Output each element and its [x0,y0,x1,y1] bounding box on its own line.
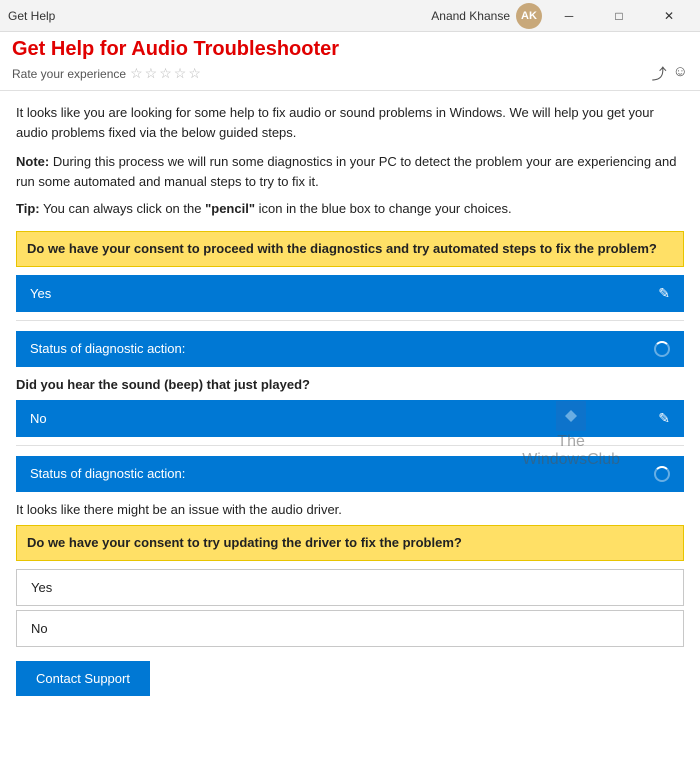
intro-text: It looks like you are looking for some h… [16,103,684,142]
star-2[interactable]: ☆ [145,65,158,82]
note-body: During this process we will run some dia… [16,154,676,189]
get-help-menu[interactable]: Get Help [8,9,55,23]
contact-support-button[interactable]: Contact Support [16,661,150,696]
divider-2 [16,445,684,446]
tip-body: You can always click on the [40,201,206,216]
rating-label: Rate your experience [12,67,126,81]
tip-text: Tip: You can always click on the "pencil… [16,199,684,219]
title-bar: Get Help Anand Khanse AK ─ □ ✕ [0,0,700,32]
star-5[interactable]: ☆ [188,65,201,82]
share-icon[interactable]: ⤴ [652,63,667,84]
status-spinner-2 [654,466,670,482]
user-info: Anand Khanse AK [431,3,542,29]
divider-1 [16,320,684,321]
main-content: The WindowsClub It looks like you are lo… [0,91,700,774]
tip-prefix: Tip: [16,201,40,216]
beep-question: Did you hear the sound (beep) that just … [16,377,684,392]
status-label-1: Status of diagnostic action: [30,341,185,356]
title-bar-right: Anand Khanse AK ─ □ ✕ [431,0,692,32]
yes-button-2[interactable]: Yes [16,569,684,606]
minimize-button[interactable]: ─ [546,0,592,32]
tip-pencil: "pencil" [205,201,255,216]
maximize-button[interactable]: □ [596,0,642,32]
feedback-icon[interactable]: ☺ [673,63,688,84]
consent1-text: Do we have your consent to proceed with … [27,241,657,256]
pencil-icon-1: ✎ [658,285,670,302]
consent2-text: Do we have your consent to try updating … [27,535,462,550]
consent-box-1: Do we have your consent to proceed with … [16,231,684,267]
status-spinner-1 [654,341,670,357]
user-name: Anand Khanse [431,9,510,23]
status-bar-1: Status of diagnostic action: [16,331,684,367]
tip-suffix: icon in the blue box to change your choi… [255,201,512,216]
no-button-1[interactable]: No ✎ [16,400,684,437]
close-button[interactable]: ✕ [646,0,692,32]
status-bar-2: Status of diagnostic action: [16,456,684,492]
note-prefix: Note: [16,154,49,169]
rating-bar: Rate your experience ☆ ☆ ☆ ☆ ☆ ⤴ ☺ [12,61,688,86]
audio-issue-text: It looks like there might be an issue wi… [16,502,684,517]
avatar[interactable]: AK [516,3,542,29]
star-1[interactable]: ☆ [130,65,143,82]
no-button-2[interactable]: No [16,610,684,647]
app-header: Get Help for Audio Troubleshooter Rate y… [0,32,700,91]
consent-box-2: Do we have your consent to try updating … [16,525,684,561]
app-title: Get Help for Audio Troubleshooter [12,38,688,61]
avatar-initials: AK [521,10,537,22]
star-rating[interactable]: ☆ ☆ ☆ ☆ ☆ [130,65,201,82]
note-text: Note: During this process we will run so… [16,152,684,191]
title-bar-left: Get Help [8,9,55,23]
no-label-1: No [30,411,47,426]
star-3[interactable]: ☆ [159,65,172,82]
pencil-icon-2: ✎ [658,410,670,427]
yes-button-1[interactable]: Yes ✎ [16,275,684,312]
yes-label-1: Yes [30,286,51,301]
rating-icons: ⤴ ☺ [652,63,688,84]
star-4[interactable]: ☆ [174,65,187,82]
status-label-2: Status of diagnostic action: [30,466,185,481]
